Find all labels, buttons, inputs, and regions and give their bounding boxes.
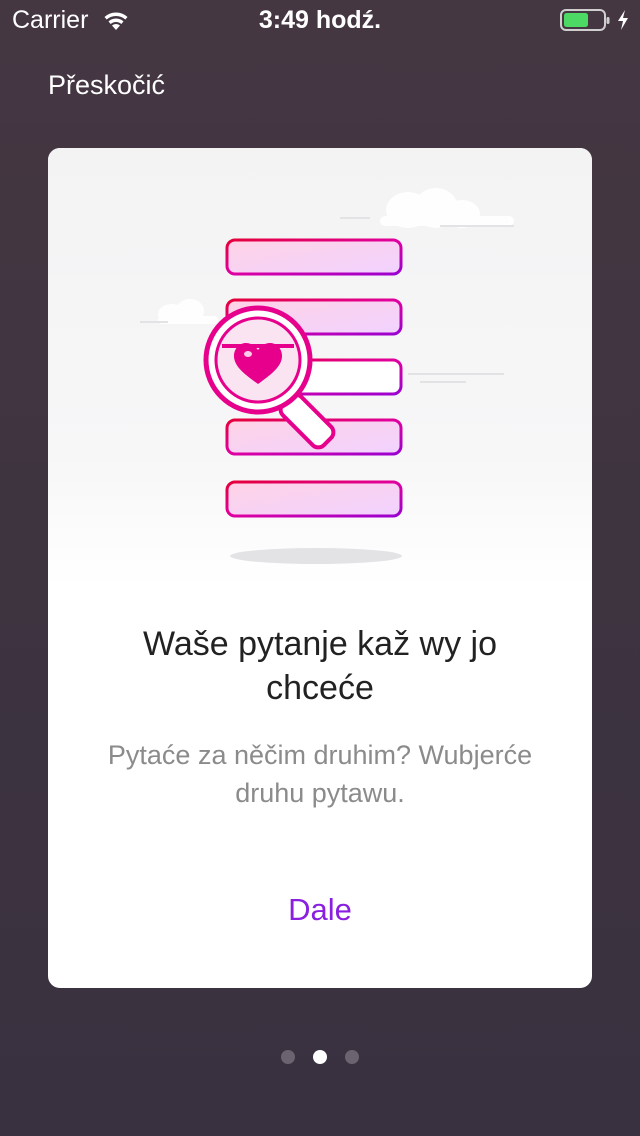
card-title: Waše pytanje kaž wy jo chceće xyxy=(143,625,497,707)
battery-icon xyxy=(560,9,610,31)
page-indicator[interactable] xyxy=(0,1050,640,1064)
status-time: 3:49 hodź. xyxy=(258,6,382,34)
onboarding-card: Waše pytanje kaž wy jo chceće Pytaće za … xyxy=(48,148,592,988)
next-button[interactable]: Dale xyxy=(220,886,420,932)
cloud-left xyxy=(158,299,218,324)
magnifier-heart-list-icon xyxy=(140,188,514,564)
page-dot-1[interactable] xyxy=(281,1050,295,1064)
page-dot-2-active[interactable] xyxy=(313,1050,327,1064)
cloud-right xyxy=(380,188,514,228)
page-dot-3[interactable] xyxy=(345,1050,359,1064)
skip-button[interactable]: Přeskočić xyxy=(48,70,165,101)
card-subtitle: Pytaće za něčim druhim? Wubjerće druhu p… xyxy=(107,740,533,808)
charging-icon xyxy=(618,10,628,30)
status-bar: Carrier 3:49 hodź. xyxy=(0,0,640,40)
